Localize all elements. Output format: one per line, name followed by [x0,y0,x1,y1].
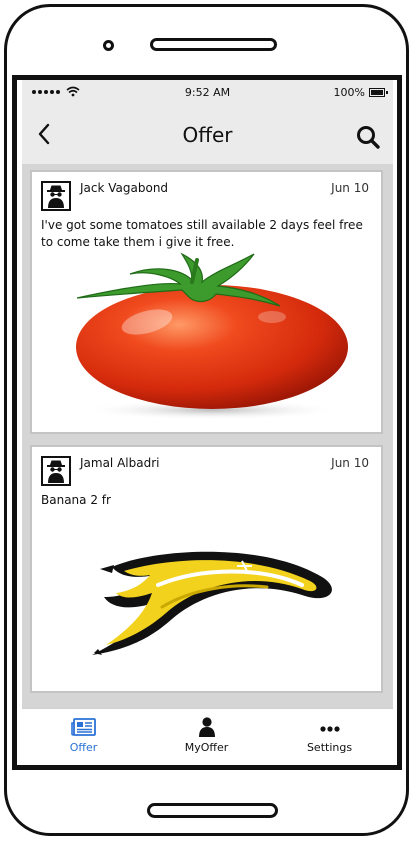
tab-label: Settings [306,741,353,754]
battery-icon [369,88,388,97]
more-icon [320,726,340,732]
incognito-user-icon [47,185,65,208]
tab-settings[interactable]: Settings [268,709,391,762]
tab-label: Offer [69,741,98,754]
incognito-user-icon [47,460,65,483]
user-icon [199,717,215,737]
search-icon [357,126,380,149]
tomato-image[interactable] [32,252,381,432]
post-author[interactable]: Jamal Albadri [80,456,159,470]
tab-myoffer[interactable]: MyOffer [145,709,268,762]
camera-icon [103,40,114,51]
offer-feed[interactable]: Jack Vagabond Jun 10 I've got some tomat… [22,164,393,708]
post-text: I've got some tomatoes still available 2… [41,218,363,249]
page-title: Offer [182,123,233,147]
post-text: Banana 2 fr [41,493,111,507]
battery-percent: 100% [333,86,365,99]
post-date: Jun 10 [331,181,369,195]
search-button[interactable] [355,124,381,150]
newspaper-icon [71,718,96,736]
avatar[interactable] [41,456,71,486]
post-date: Jun 10 [331,456,369,470]
speaker-grille [150,38,277,51]
tab-offer[interactable]: Offer [22,709,145,762]
banana-image[interactable] [32,527,381,691]
bottom-tab-bar: Offer MyOffer Settings [22,708,393,762]
app-screen: 9:52 AM 100% Offer Jack Vagabond Jun 10 … [22,80,393,762]
battery-group: 100% [333,86,388,99]
avatar[interactable] [41,181,71,211]
chevron-left-icon [38,123,50,145]
post-author[interactable]: Jack Vagabond [80,181,168,195]
offer-card[interactable]: Jamal Albadri Jun 10 Banana 2 fr [30,445,383,693]
tab-label: MyOffer [184,741,229,754]
app-header: Offer [22,106,393,164]
home-button[interactable] [147,803,278,818]
back-button[interactable] [34,120,60,150]
offer-card[interactable]: Jack Vagabond Jun 10 I've got some tomat… [30,170,383,434]
status-bar: 9:52 AM 100% [22,80,393,106]
